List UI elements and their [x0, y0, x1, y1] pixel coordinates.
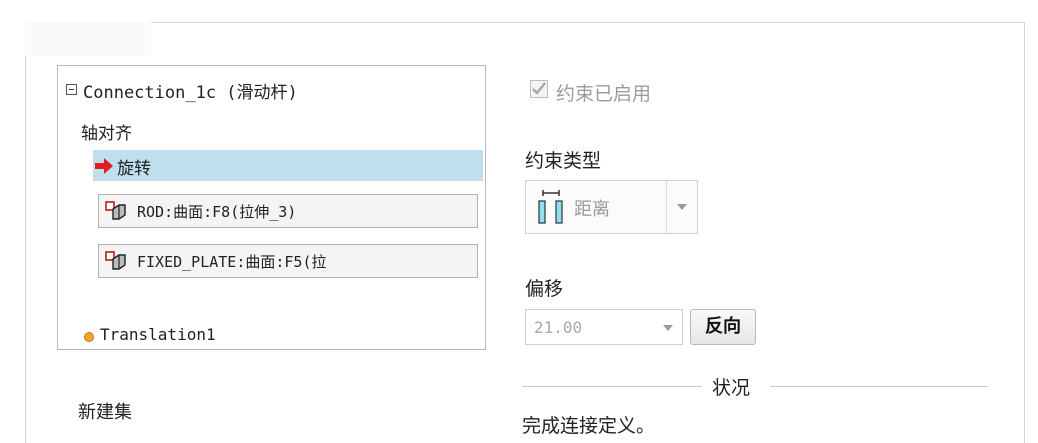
reference-item-1[interactable]: ROD:曲面:F8(拉伸_3) [98, 194, 478, 228]
distance-icon [538, 190, 563, 224]
offset-value: 21.00 [534, 318, 583, 337]
status-legend: 状况 [712, 377, 751, 399]
status-divider-left [522, 386, 702, 387]
connection-tree: Connection_1c (滑动杆) 轴对齐 旋转 ROD:曲面:F8(拉伸_… [57, 65, 486, 350]
reference-item-2[interactable]: FIXED_PLATE:曲面:F5(拉 [98, 244, 478, 278]
constraint-type-dropdown[interactable]: 距离 [525, 180, 698, 234]
dropdown-arrow[interactable] [666, 181, 697, 233]
constraint-type-value: 距离 [574, 199, 610, 220]
checkbox-checked-icon[interactable] [530, 80, 548, 98]
flip-button[interactable]: 反向 [690, 309, 756, 345]
surface-reference-icon [105, 201, 126, 220]
panel-tab [25, 22, 151, 56]
constraint-enabled-label: 约束已启用 [556, 83, 652, 105]
tree-root-label[interactable]: Connection_1c (滑动杆) [83, 78, 298, 103]
status-dot-icon [84, 332, 94, 342]
surface-reference-icon [105, 251, 126, 270]
offset-input[interactable]: 21.00 [525, 309, 683, 345]
tree-item-rotation-label: 旋转 [117, 159, 151, 179]
reference-label-2: FIXED_PLATE:曲面:F5(拉 [137, 253, 327, 271]
chevron-down-icon [677, 204, 687, 210]
new-set-link[interactable]: 新建集 [78, 398, 132, 424]
offset-dropdown-arrow[interactable] [654, 310, 682, 344]
collapse-icon[interactable] [66, 84, 77, 95]
status-message: 完成连接定义。 [522, 415, 656, 437]
tree-item-axis-align[interactable]: 轴对齐 [81, 119, 132, 144]
chevron-down-icon [663, 325, 673, 331]
tree-item-rotation[interactable]: 旋转 [93, 150, 483, 181]
reference-label-1: ROD:曲面:F8(拉伸_3) [137, 203, 297, 221]
tree-item-translation[interactable]: Translation1 [100, 325, 216, 344]
constraint-type-label: 约束类型 [525, 150, 602, 172]
offset-label: 偏移 [525, 278, 564, 300]
red-arrow-icon [95, 158, 113, 174]
status-divider-right [770, 386, 988, 387]
